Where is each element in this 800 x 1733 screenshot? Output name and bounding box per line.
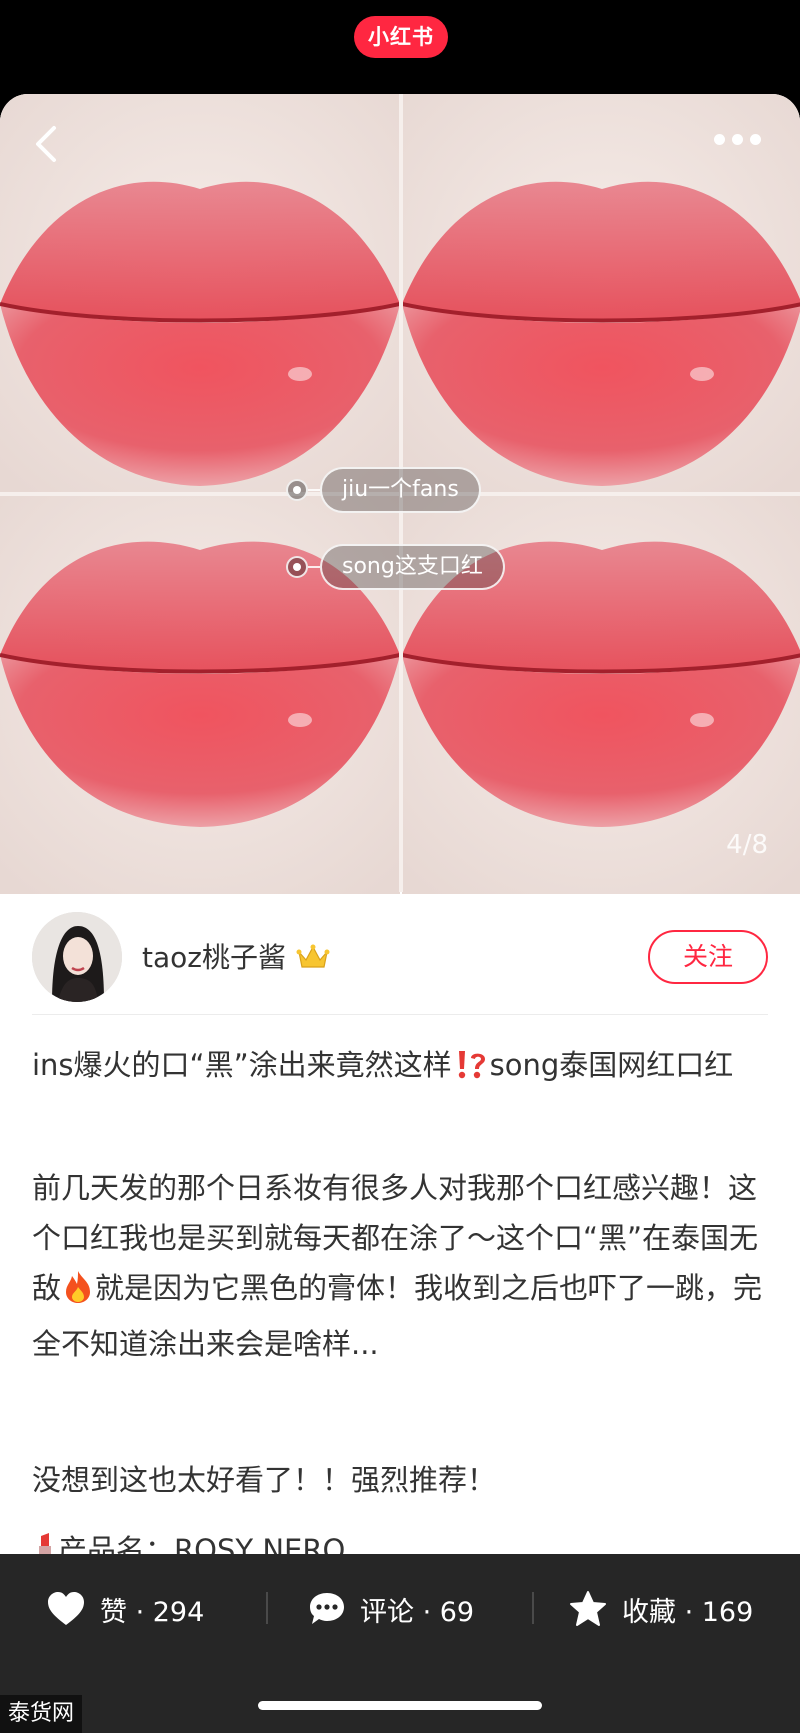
like-count: 赞 · 294 bbox=[100, 1596, 205, 1628]
top-bar: 小红书 bbox=[0, 0, 800, 96]
back-button[interactable] bbox=[28, 124, 68, 164]
crown-icon bbox=[296, 944, 330, 977]
app-logo: 小红书 bbox=[354, 16, 448, 58]
comment-bubble-icon bbox=[310, 1593, 344, 1624]
more-dots-icon bbox=[714, 134, 725, 145]
post-title: ins爆火的口“黑”涂出来竟然这样 song泰国网红口红 bbox=[32, 1040, 772, 1096]
divider bbox=[32, 1014, 768, 1015]
comment-count: 评论 · 69 bbox=[360, 1596, 475, 1628]
like-button[interactable]: 赞 · 294 bbox=[46, 1584, 204, 1634]
tag-dot-icon bbox=[286, 479, 308, 501]
follow-button[interactable]: 关注 bbox=[648, 930, 768, 984]
post-card: jiu一个fans song这支口红 4/8 taoz桃子酱 关注 ins爆火的… bbox=[0, 94, 800, 1554]
author-name-block[interactable]: taoz桃子酱 bbox=[142, 936, 330, 977]
tag-dot-icon bbox=[286, 556, 308, 578]
collect-button[interactable]: 收藏 · 169 bbox=[568, 1584, 753, 1634]
product-line: 产品名：ROSY NERO bbox=[32, 1525, 772, 1554]
home-indicator[interactable] bbox=[258, 1701, 542, 1710]
more-options-button[interactable] bbox=[712, 130, 764, 150]
image-tag-label: jiu一个fans bbox=[320, 467, 481, 513]
collect-count: 收藏 · 169 bbox=[622, 1596, 754, 1628]
lip-photo bbox=[402, 94, 800, 493]
page-indicator: 4/8 bbox=[726, 830, 768, 860]
post-body: 没想到这也太好看了！！强烈推荐！ bbox=[32, 1463, 497, 1497]
author-row: taoz桃子酱 关注 bbox=[0, 892, 800, 1012]
author-name: taoz桃子酱 bbox=[142, 941, 286, 974]
lipstick-icon bbox=[34, 1531, 56, 1554]
comment-button[interactable]: 评论 · 69 bbox=[308, 1584, 474, 1634]
post-body: 前几天发的那个日系妆有很多人对我那个口红感兴趣！这个口红我也是买到就每天都在涂了… bbox=[32, 1171, 763, 1361]
image-tag-label: song这支口红 bbox=[320, 544, 505, 590]
watermark: 泰货网 bbox=[0, 1695, 83, 1733]
avatar[interactable] bbox=[32, 912, 122, 1002]
fire-icon bbox=[63, 1269, 93, 1319]
post-image-carousel[interactable]: jiu一个fans song这支口红 4/8 bbox=[0, 94, 800, 894]
chevron-left-icon bbox=[36, 126, 56, 162]
star-icon bbox=[570, 1591, 606, 1626]
interrobang-icon bbox=[454, 1046, 488, 1096]
divider bbox=[532, 1592, 534, 1624]
heart-icon bbox=[48, 1592, 84, 1625]
divider bbox=[266, 1592, 268, 1624]
